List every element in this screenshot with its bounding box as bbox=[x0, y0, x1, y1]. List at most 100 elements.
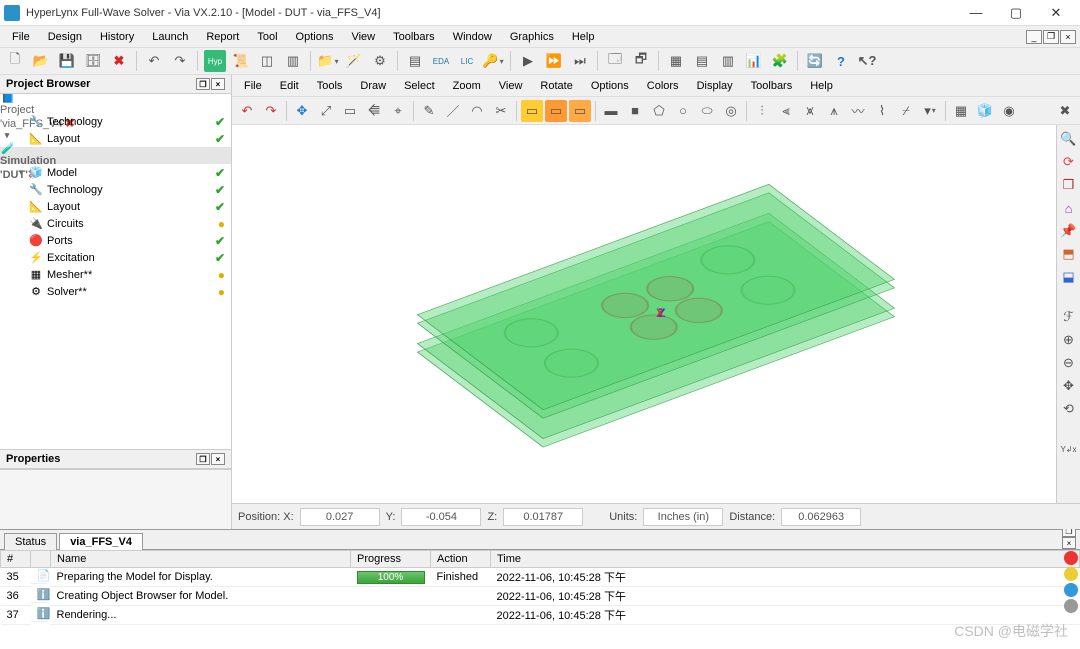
col-action[interactable]: Action bbox=[431, 551, 491, 568]
run2-icon[interactable]: ⏩ bbox=[543, 50, 565, 72]
expand-icon[interactable]: ⤢ bbox=[315, 100, 337, 122]
ed-menu-toolbars[interactable]: Toolbars bbox=[743, 78, 801, 94]
zoomin-icon[interactable]: ⊕ bbox=[1059, 330, 1079, 350]
ed-menu-draw[interactable]: Draw bbox=[352, 78, 394, 94]
eda-icon[interactable]: EDA bbox=[430, 50, 452, 72]
col-icon[interactable] bbox=[31, 551, 51, 568]
via4-icon[interactable]: ⩚ bbox=[823, 100, 845, 122]
tree-item[interactable]: 📐Layout✔ bbox=[0, 198, 231, 215]
menu-file[interactable]: File bbox=[4, 29, 38, 45]
ed-menu-zoom[interactable]: Zoom bbox=[445, 78, 489, 94]
menu-toolbars[interactable]: Toolbars bbox=[385, 29, 443, 45]
layout3-icon[interactable]: ▥ bbox=[717, 50, 739, 72]
ed-menu-options[interactable]: Options bbox=[583, 78, 637, 94]
menu-design[interactable]: Design bbox=[40, 29, 90, 45]
ed-redo-icon[interactable]: ↷ bbox=[260, 100, 282, 122]
ed-menu-tools[interactable]: Tools bbox=[309, 78, 351, 94]
refresh-icon[interactable]: 🔄 bbox=[804, 50, 826, 72]
line-icon[interactable]: ／ bbox=[442, 100, 464, 122]
pen-icon[interactable]: ✎ bbox=[418, 100, 440, 122]
3d-viewport[interactable]: Y Z X 🔍 ⟳ ❒ ⌂ 📌 ⬒ ⬓ ℱ ⊕ ⊖ ✥ ⟲ Y↲x bbox=[232, 125, 1080, 503]
key-icon[interactable]: 🔑 bbox=[482, 50, 504, 72]
trace1-icon[interactable]: 〰 bbox=[847, 100, 869, 122]
fit-icon[interactable]: ℱ bbox=[1059, 307, 1079, 327]
mdi-close-button[interactable]: × bbox=[1060, 30, 1076, 44]
log-row[interactable]: 37ℹ️Rendering...2022-11-06, 10:45:28 下午 bbox=[1, 606, 1080, 625]
menu-view[interactable]: View bbox=[343, 29, 383, 45]
tree-item[interactable]: 🔴Ports✔ bbox=[0, 232, 231, 249]
run3-icon[interactable]: ⏭ bbox=[569, 50, 591, 72]
tree-item[interactable]: ▾🧪Simulation 'DUT'✖ bbox=[0, 147, 231, 164]
new-icon[interactable]: 🗋 bbox=[4, 50, 26, 72]
menu-help[interactable]: Help bbox=[564, 29, 603, 45]
props-undock-button[interactable]: ❐ bbox=[196, 453, 210, 465]
ed-menu-rotate[interactable]: Rotate bbox=[532, 78, 580, 94]
hyp-icon[interactable]: Hyp bbox=[204, 50, 226, 72]
window1-icon[interactable]: 🗔 bbox=[604, 50, 626, 72]
col-num[interactable]: # bbox=[1, 551, 31, 568]
tree-item[interactable]: ▦Mesher**● bbox=[0, 266, 231, 283]
mesh-icon[interactable]: ▦ bbox=[950, 100, 972, 122]
maximize-button[interactable]: ▢ bbox=[996, 1, 1036, 25]
shape-square-icon[interactable]: ■ bbox=[624, 100, 646, 122]
shape-circle-icon[interactable]: ○ bbox=[672, 100, 694, 122]
panel-undock-button[interactable]: ❐ bbox=[196, 78, 210, 90]
tree-item[interactable]: ▾📘Project 'via_FFS_V4'✖ bbox=[0, 96, 231, 113]
delete-icon[interactable]: ✖ bbox=[108, 50, 130, 72]
whatsthis-icon[interactable]: ↖? bbox=[856, 50, 878, 72]
plugin-icon[interactable]: 🧩 bbox=[769, 50, 791, 72]
layout2-icon[interactable]: ▤ bbox=[691, 50, 713, 72]
via1-icon[interactable]: ⫶ bbox=[751, 100, 773, 122]
log-row[interactable]: 35📄Preparing the Model for Display.100%F… bbox=[1, 568, 1080, 587]
move-icon[interactable]: ✥ bbox=[291, 100, 313, 122]
menu-graphics[interactable]: Graphics bbox=[502, 29, 562, 45]
trace3-icon[interactable]: ⌿ bbox=[895, 100, 917, 122]
col-time[interactable]: Time bbox=[491, 551, 1080, 568]
dot-error-icon[interactable] bbox=[1064, 551, 1078, 565]
chip-icon[interactable]: ▤ bbox=[404, 50, 426, 72]
rect-orange-icon[interactable]: ▭ bbox=[545, 100, 567, 122]
tab-status[interactable]: Status bbox=[4, 533, 57, 550]
menu-tool[interactable]: Tool bbox=[249, 29, 285, 45]
anchor-icon[interactable]: ⌖ bbox=[387, 100, 409, 122]
dot-warning-icon[interactable] bbox=[1064, 567, 1078, 581]
chart-icon[interactable]: 📊 bbox=[743, 50, 765, 72]
module1-icon[interactable]: ◫ bbox=[256, 50, 278, 72]
redo-icon[interactable]: ↷ bbox=[169, 50, 191, 72]
module2-icon[interactable]: ▥ bbox=[282, 50, 304, 72]
dot-other-icon[interactable] bbox=[1064, 599, 1078, 613]
undo-icon[interactable]: ↶ bbox=[143, 50, 165, 72]
help-icon[interactable]: ? bbox=[830, 50, 852, 72]
script-icon[interactable]: 📜 bbox=[230, 50, 252, 72]
shape-ellipse-icon[interactable]: ⬭ bbox=[696, 100, 718, 122]
cut-icon[interactable]: ✂ bbox=[490, 100, 512, 122]
lic-icon[interactable]: LIC bbox=[456, 50, 478, 72]
tree-item[interactable]: ▾🧊Model✔ bbox=[0, 164, 231, 181]
reset-icon[interactable]: ⟲ bbox=[1059, 399, 1079, 419]
view-front-icon[interactable]: ⬓ bbox=[1059, 267, 1079, 287]
view-top-icon[interactable]: ⬒ bbox=[1059, 244, 1079, 264]
rect-yellow-icon[interactable]: ▭ bbox=[521, 100, 543, 122]
wizard-icon[interactable]: 🪄 bbox=[343, 50, 365, 72]
gear-icon[interactable]: ⚙ bbox=[369, 50, 391, 72]
menu-options[interactable]: Options bbox=[288, 29, 342, 45]
ed-menu-colors[interactable]: Colors bbox=[639, 78, 687, 94]
folder-icon[interactable]: 📁 bbox=[317, 50, 339, 72]
saveas-icon[interactable]: 🗄 bbox=[82, 50, 104, 72]
via2-icon[interactable]: ⫷ bbox=[775, 100, 797, 122]
ed-menu-file[interactable]: File bbox=[236, 78, 270, 94]
pin-icon[interactable]: 📌 bbox=[1059, 221, 1079, 241]
pan-icon[interactable]: ✥ bbox=[1059, 376, 1079, 396]
mdi-restore-button[interactable]: ❐ bbox=[1043, 30, 1059, 44]
log-table[interactable]: # Name Progress Action Time 35📄Preparing… bbox=[0, 550, 1080, 649]
rect-orange2-icon[interactable]: ▭ bbox=[569, 100, 591, 122]
select-icon[interactable]: ▭ bbox=[339, 100, 361, 122]
col-name[interactable]: Name bbox=[51, 551, 351, 568]
tree-item[interactable]: 🔧Technology✔ bbox=[0, 181, 231, 198]
ed-menu-help[interactable]: Help bbox=[802, 78, 841, 94]
log-close-button[interactable]: × bbox=[1062, 537, 1076, 549]
ed-menu-view[interactable]: View bbox=[491, 78, 531, 94]
window2-icon[interactable]: 🗗 bbox=[630, 50, 652, 72]
menu-window[interactable]: Window bbox=[445, 29, 500, 45]
ed-menu-edit[interactable]: Edit bbox=[272, 78, 307, 94]
